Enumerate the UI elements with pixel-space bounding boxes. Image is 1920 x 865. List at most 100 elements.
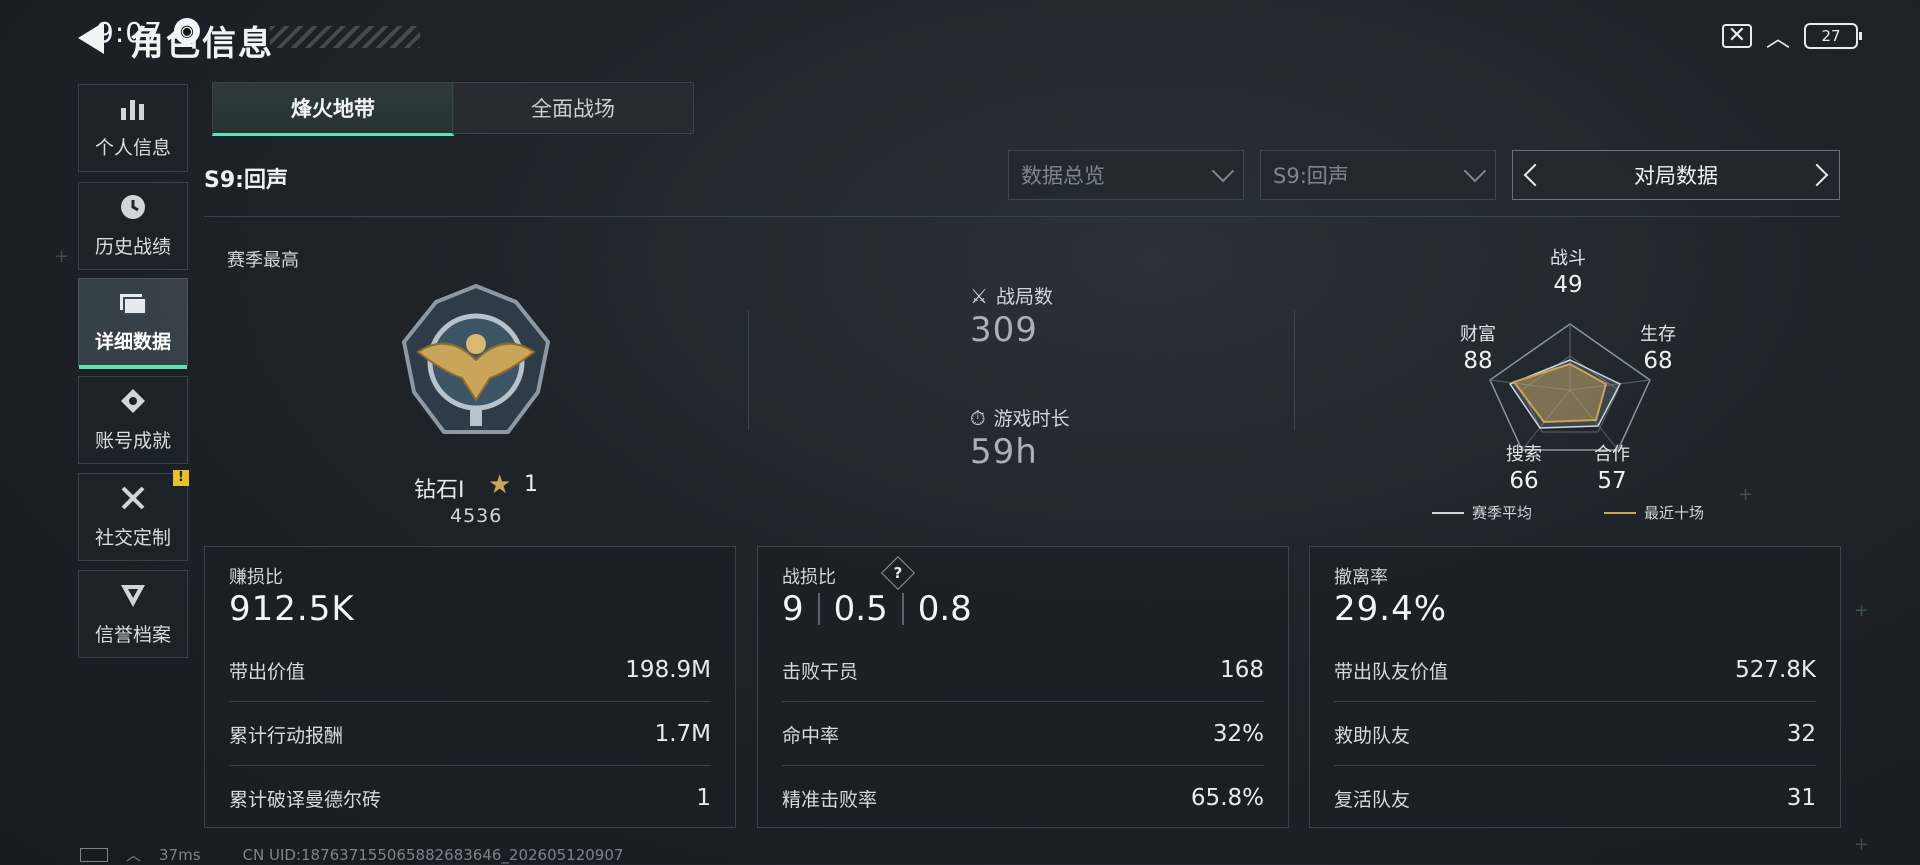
sidebar-item-achievements[interactable]: 账号成就 [78, 376, 188, 464]
ratio-divider [817, 593, 820, 625]
panel-title: 撤离率 [1334, 567, 1388, 588]
stat-value: 31 [1786, 785, 1816, 811]
stat-label: 击败干员 [782, 660, 859, 683]
ratio-value: 9 [782, 589, 804, 629]
stat-label: 精准击败率 [782, 788, 878, 811]
stat-row: 累计破译曼德尔砖 1 [229, 767, 711, 829]
help-mark: ? [893, 564, 903, 582]
stat-value: 1 [696, 785, 711, 811]
battery-icon: 27 [1804, 22, 1862, 49]
sidebar-item-profile[interactable]: 个人信息 [78, 84, 188, 172]
ping-value: 37ms [159, 845, 201, 864]
status-icons: ✕ ︿ 27 [1721, 18, 1862, 53]
panel-title: 战损比 [782, 567, 836, 588]
season-label: S9:回声 [204, 168, 288, 193]
radar-label-combat: 战斗 [1550, 248, 1586, 269]
decoration-plus: + [1738, 484, 1754, 505]
sim-off-icon: ✕ [1721, 23, 1752, 48]
tab-quanmian[interactable]: 全面战场 [452, 82, 694, 134]
divider [1334, 701, 1816, 702]
radar-label-coop: 合作 [1594, 444, 1630, 465]
folder-icon [118, 290, 148, 321]
footer: ︿ 37ms CN UID:18763715506588268364​6_202… [80, 844, 623, 865]
stat-row: 命中率 32% [782, 703, 1264, 765]
uid-text: CN UID:18763715506588268364​6_2026051209… [242, 845, 624, 864]
stat-label: 救助队友 [1334, 724, 1411, 747]
legend-label: 最近十场 [1644, 504, 1705, 522]
rank-name: 钻石I [414, 478, 465, 503]
battery-small-icon [80, 847, 108, 862]
kd-ratio: 9 0.5 0.8 [782, 589, 972, 629]
stat-value: 65.8% [1190, 785, 1264, 811]
shield-icon [119, 581, 147, 614]
decoration-plus: + [54, 246, 70, 267]
tab-fenghuo[interactable]: 烽火地带 [212, 82, 454, 136]
divider [782, 765, 1264, 766]
stat-label: 带出价值 [229, 660, 306, 683]
stat-row: 带出队友价值 527.8K [1334, 639, 1816, 701]
dropdown-value: S9:回声 [1273, 164, 1349, 188]
wifi-icon: ︿ [1766, 24, 1790, 52]
divider [229, 701, 711, 702]
stat-label: 累计行动报酬 [229, 724, 344, 747]
overview-dropdown[interactable]: 数据总览 [1008, 150, 1244, 200]
star-icon: ★ [488, 470, 512, 500]
stat-value: 198.9M [625, 657, 711, 683]
sidebar-item-history[interactable]: 历史战绩 [78, 182, 188, 270]
extract-panel: 撤离率 29.4% 带出队友价值 527.8K 救助队友 32 复活队友 31 [1309, 546, 1841, 828]
title-decoration [270, 26, 420, 48]
alert-badge: ! [173, 470, 189, 486]
chevron-right-icon[interactable] [1805, 163, 1829, 187]
sidebar-item-details[interactable]: 详细数据 [78, 278, 188, 369]
help-icon[interactable]: ? [881, 556, 915, 590]
matches-label: 战局数 [995, 286, 1053, 308]
radar-label-survival: 生存 [1640, 324, 1676, 345]
status-time: 9:07 [96, 16, 163, 49]
playtime-value: 59h [970, 432, 1038, 472]
chevron-left-icon[interactable] [1523, 163, 1547, 187]
sidebar-item-reputation[interactable]: 信誉档案 [78, 570, 188, 658]
legend-avg: 赛季平均 [1432, 502, 1532, 523]
ratio-value: 0.8 [917, 589, 972, 629]
sidebar-item-social[interactable]: ! 社交定制 [78, 470, 189, 561]
decoration-plus: + [1854, 600, 1870, 621]
legend-label: 赛季平均 [1472, 504, 1533, 522]
rank-stars: 1 [524, 472, 538, 497]
stat-row: 救助队友 32 [1334, 703, 1816, 765]
clock-icon [119, 193, 147, 226]
qq-icon: ◉ [174, 18, 200, 44]
season-dropdown[interactable]: S9:回声 [1260, 150, 1496, 200]
sidebar-item-label: 社交定制 [94, 527, 171, 549]
rank-score: 4536 [450, 505, 503, 527]
stat-row: 击败干员 168 [782, 639, 1264, 701]
stat-value: 168 [1220, 657, 1264, 683]
legend-recent: 最近十场 [1604, 502, 1704, 523]
matches-stat: ⚔ 战局数 [970, 282, 1053, 309]
tools-icon [119, 484, 147, 517]
stat-value: 527.8K [1735, 657, 1816, 683]
chevron-down-icon [1211, 159, 1235, 183]
radar-value-coop: 57 [1597, 468, 1627, 494]
radar-value-survival: 68 [1643, 348, 1673, 374]
wifi-small-icon: ︿ [126, 846, 142, 864]
divider [748, 310, 749, 430]
stat-row: 带出价值 198.9M [229, 639, 711, 701]
rank-emblem-icon [398, 282, 554, 446]
panel-big-value: 912.5K [229, 589, 355, 629]
season-best-label: 赛季最高 [227, 250, 299, 271]
stat-value: 32 [1786, 721, 1816, 747]
divider [204, 216, 1840, 217]
panel-title: 赚损比 [229, 567, 283, 588]
playtime-label: 游戏时长 [993, 408, 1070, 430]
matches-value: 309 [970, 310, 1038, 350]
pager-label: 对局数据 [1634, 164, 1718, 188]
sidebar-item-label: 详细数据 [94, 331, 171, 353]
achievement-icon [119, 387, 147, 420]
data-pager: 对局数据 [1512, 150, 1840, 200]
divider [229, 765, 711, 766]
legend-swatch [1432, 511, 1464, 514]
playtime-stat: ⏱ 游戏时长 [970, 404, 1070, 431]
stat-label: 复活队友 [1334, 788, 1411, 811]
stat-label: 带出队友价值 [1334, 660, 1449, 683]
stat-row: 精准击败率 65.8% [782, 767, 1264, 829]
